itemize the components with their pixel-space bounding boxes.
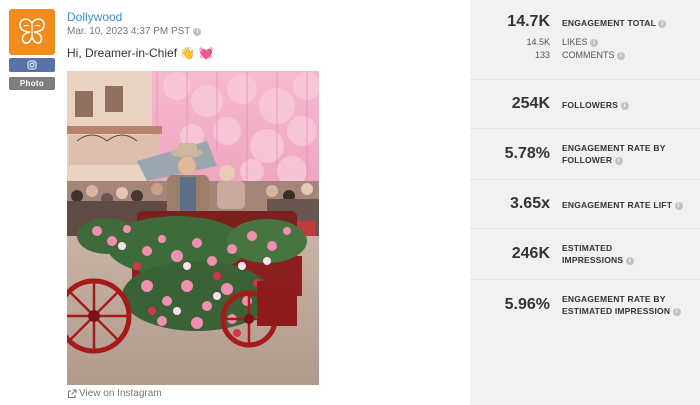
estimated-impressions-label-line1: ESTIMATED: [562, 243, 613, 253]
info-icon[interactable]: i: [614, 156, 623, 165]
post-photo[interactable]: [67, 71, 319, 385]
likes-label-text: LIKES: [562, 37, 588, 47]
stat-followers: 254K FOLLOWERS i: [470, 80, 700, 129]
engagement-rate-lift-label-text: ENGAGEMENT RATE LIFT: [562, 200, 673, 210]
info-icon[interactable]: i: [625, 256, 634, 265]
info-icon[interactable]: i: [620, 101, 629, 110]
view-on-instagram-link[interactable]: View on Instagram: [67, 388, 162, 399]
brand-avatar[interactable]: [9, 9, 55, 55]
estimated-impressions-label-line2: IMPRESSIONS: [562, 255, 624, 265]
external-link-icon: [68, 389, 77, 398]
stat-engagement-rate-lift: 3.65x ENGAGEMENT RATE LIFT i: [470, 180, 700, 229]
post-caption: Hi, Dreamer-in-Chief 👋 💓: [67, 46, 214, 60]
stat-engagement-rate-impression: 5.96% ENGAGEMENT RATE BY ESTIMATED IMPRE…: [470, 280, 700, 331]
stat-estimated-impressions: 246K ESTIMATED IMPRESSIONS i: [470, 229, 700, 280]
engagement-total-label-text: ENGAGEMENT TOTAL: [562, 18, 656, 28]
engagement-rate-follower-label: ENGAGEMENT RATE BY FOLLOWER i: [562, 142, 698, 166]
post-date-text: Mar. 10, 2023 4:37 PM PST: [67, 26, 191, 37]
estimated-impressions-value: 246K: [511, 245, 550, 262]
butterfly-logo-icon: [19, 18, 45, 44]
info-icon[interactable]: i: [672, 307, 681, 316]
engagement-rate-impression-label: ENGAGEMENT RATE BY ESTIMATED IMPRESSION …: [562, 293, 698, 317]
stat-engagement-rate-follower: 5.78% ENGAGEMENT RATE BY FOLLOWER i: [470, 129, 700, 180]
engagement-rate-follower-label-line2: FOLLOWER: [562, 155, 613, 165]
view-link-text: View on Instagram: [79, 388, 162, 399]
info-icon[interactable]: i: [674, 201, 683, 210]
engagement-total-label: ENGAGEMENT TOTAL i: [562, 17, 698, 29]
info-icon[interactable]: i: [193, 27, 202, 36]
engagement-rate-impression-label-line1: ENGAGEMENT RATE BY: [562, 294, 666, 304]
engagement-rate-follower-value: 5.78%: [504, 145, 550, 162]
likes-value: 14.5K: [526, 37, 550, 47]
engagement-rate-follower-label-line1: ENGAGEMENT RATE BY: [562, 143, 666, 153]
comments-label-text: COMMENTS: [562, 50, 615, 60]
engagement-rate-lift-label: ENGAGEMENT RATE LIFT i: [562, 199, 698, 211]
engagement-total-value: 14.7K: [507, 13, 550, 30]
engagement-rate-lift-value: 3.65x: [509, 195, 550, 212]
info-icon[interactable]: i: [590, 38, 599, 47]
post-pane: Photo Dollywood Mar. 10, 2023 4:37 PM PS…: [0, 0, 470, 405]
parade-carriage-image: [67, 71, 319, 385]
info-icon[interactable]: i: [617, 51, 626, 60]
instagram-icon: [27, 60, 37, 70]
info-icon[interactable]: i: [658, 19, 667, 28]
stat-engagement-total: 14.7K ENGAGEMENT TOTAL i 14.5K LIKES i 1…: [470, 0, 700, 80]
post-type-badge: Photo: [9, 77, 55, 90]
engagement-rate-impression-value: 5.96%: [504, 296, 550, 313]
account-name-link[interactable]: Dollywood: [67, 10, 122, 24]
likes-label: LIKES i: [562, 37, 599, 47]
comments-value: 133: [534, 50, 550, 60]
followers-value: 254K: [511, 95, 550, 112]
post-date: Mar. 10, 2023 4:37 PM PST i: [67, 26, 202, 37]
comments-label: COMMENTS i: [562, 50, 626, 60]
network-badge: [9, 58, 55, 72]
followers-label-text: FOLLOWERS: [562, 100, 619, 110]
estimated-impressions-label: ESTIMATED IMPRESSIONS i: [562, 242, 698, 266]
followers-label: FOLLOWERS i: [562, 99, 698, 111]
engagement-rate-impression-label-line2: ESTIMATED IMPRESSION: [562, 306, 671, 316]
stats-pane: 14.7K ENGAGEMENT TOTAL i 14.5K LIKES i 1…: [470, 0, 700, 405]
